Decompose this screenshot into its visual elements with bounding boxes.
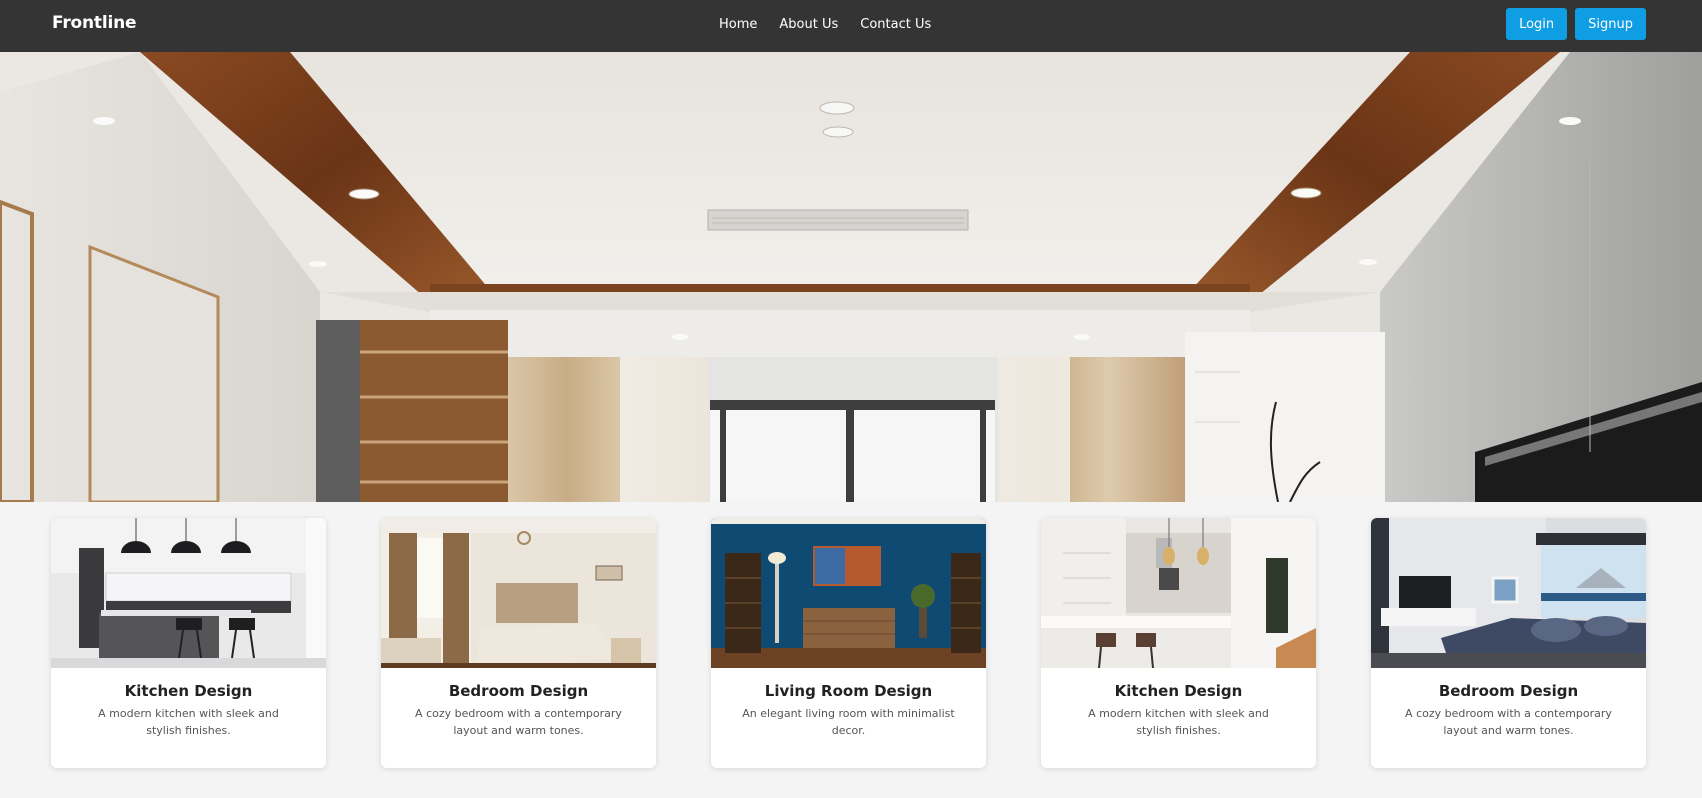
card-title: Kitchen Design: [1114, 682, 1243, 700]
main-nav: Home About Us Contact Us: [719, 0, 953, 52]
card-kitchen-design-2[interactable]: Kitchen Design A modern kitchen with sle…: [1041, 518, 1316, 768]
card-description: An elegant living room with minimalist d…: [742, 707, 955, 737]
nav-link-about-us[interactable]: About Us: [779, 17, 838, 32]
signup-button[interactable]: Signup: [1575, 8, 1646, 40]
card-kitchen-design[interactable]: Kitchen Design A modern kitchen with sle…: [51, 518, 326, 768]
card-description: A modern kitchen with sleek and stylish …: [1088, 707, 1269, 737]
nav-link-home[interactable]: Home: [719, 17, 757, 32]
card-title: Kitchen Design: [124, 682, 253, 700]
brand-logo[interactable]: Frontline: [52, 0, 137, 52]
card-bedroom-design[interactable]: Bedroom Design A cozy bedroom with a con…: [381, 518, 656, 768]
card-description: A cozy bedroom with a contemporary layou…: [415, 707, 622, 737]
living-room-photo: [711, 518, 986, 668]
auth-buttons: Login Signup: [1498, 8, 1646, 40]
bedroom-photo: [381, 518, 656, 668]
card-living-room-design[interactable]: Living Room Design An elegant living roo…: [711, 518, 986, 768]
kitchen-photo: [51, 518, 326, 668]
card-description: A cozy bedroom with a contemporary layou…: [1405, 707, 1612, 737]
card-title: Living Room Design: [764, 682, 933, 700]
card-title: Bedroom Design: [1438, 682, 1579, 700]
login-button[interactable]: Login: [1506, 8, 1568, 40]
design-cards: Kitchen Design A modern kitchen with sle…: [0, 518, 1702, 770]
bedroom-photo: [1371, 518, 1646, 668]
card-title: Bedroom Design: [448, 682, 589, 700]
navbar: Frontline Home About Us Contact Us Login…: [0, 0, 1702, 52]
card-bedroom-design-2[interactable]: Bedroom Design A cozy bedroom with a con…: [1371, 518, 1646, 768]
card-description: A modern kitchen with sleek and stylish …: [98, 707, 279, 737]
hero-image: [0, 52, 1702, 502]
nav-link-contact-us[interactable]: Contact Us: [860, 17, 931, 32]
hero-interior-illustration: [0, 52, 1702, 502]
kitchen-photo: [1041, 518, 1316, 668]
